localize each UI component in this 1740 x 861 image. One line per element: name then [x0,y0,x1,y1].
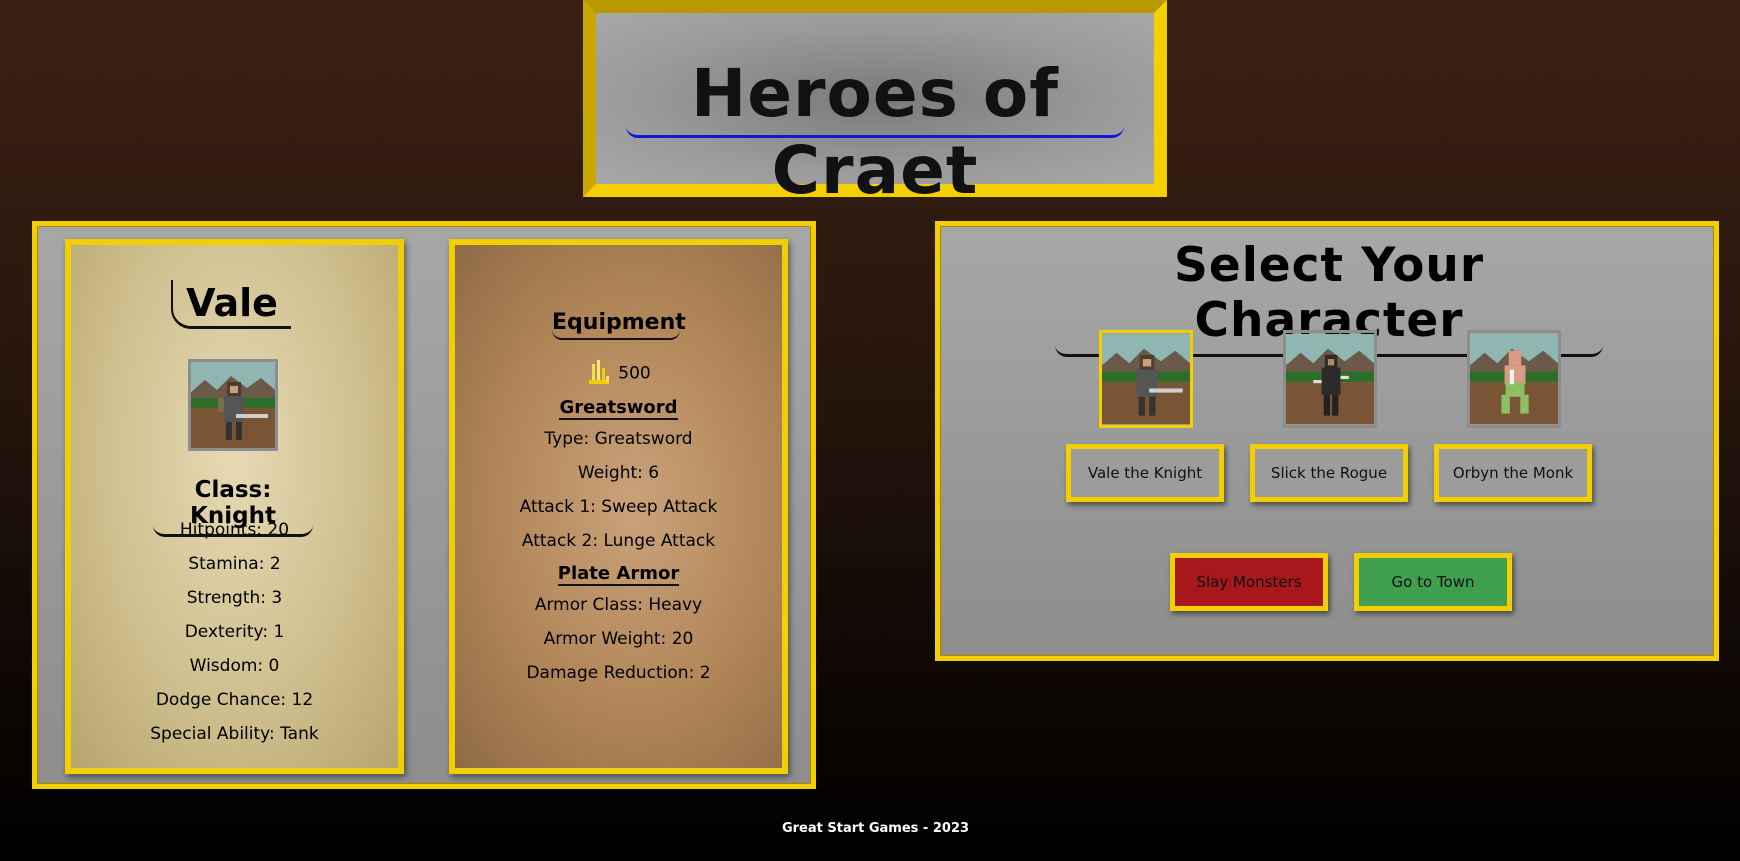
stat-wisdom: Wisdom: 0 [189,656,280,676]
monk-sprite-icon [1470,333,1558,425]
knight-sprite-icon [191,362,275,448]
choose-monk-button[interactable]: Orbyn the Monk [1434,444,1592,502]
stats-card: Vale Class: Knight Hitpoints: 20 Stamina… [65,239,404,774]
damage-reduction: Damage Reduction: 2 [526,663,711,683]
stat-hitpoints: Hitpoints: 20 [179,520,290,540]
stat-strength: Strength: 3 [186,588,283,608]
knight-portrait [188,359,278,451]
title-underline [626,125,1124,138]
armor-class: Armor Class: Heavy [534,595,703,615]
rogue-sprite-icon [1286,333,1374,425]
stat-dodge-chance: Dodge Chance: 12 [155,690,314,710]
equipment-card: Equipment 500 Greatsword Type: Greatswor… [449,239,788,774]
armor-name: Plate Armor [557,563,680,586]
footer-credit: Great Start Games - 2023 [781,821,970,836]
weapon-attack-1: Attack 1: Sweep Attack [519,497,718,517]
weapon-type: Type: Greatsword [544,429,693,449]
equipment-heading: Equipment [552,310,686,340]
knight-select-portrait[interactable] [1099,330,1193,428]
title-banner: Heroes of Craet [583,0,1167,209]
stat-special-ability: Special Ability: Tank [150,724,319,744]
weapon-name: Greatsword [559,397,678,420]
stat-dexterity: Dexterity: 1 [184,622,285,642]
rogue-select-portrait[interactable] [1283,330,1377,428]
armor-weight: Armor Weight: 20 [543,629,694,649]
character-name: Vale [171,280,291,329]
slay-monsters-button[interactable]: Slay Monsters [1170,553,1328,611]
weapon-attack-2: Attack 2: Lunge Attack [521,531,716,551]
select-character-panel: Select Your Character Vale the Knight Sl… [935,221,1719,661]
knight-sprite-icon [1102,333,1190,425]
character-panel: Vale Class: Knight Hitpoints: 20 Stamina… [32,221,816,789]
choose-knight-button[interactable]: Vale the Knight [1066,444,1224,502]
gold-amount: 500 [618,363,651,384]
gold-row: 500 [455,356,782,391]
stat-stamina: Stamina: 2 [188,554,281,574]
gold-coins-icon [586,356,612,391]
monk-select-portrait[interactable] [1467,330,1561,428]
weapon-weight: Weight: 6 [577,463,660,483]
choose-rogue-button[interactable]: Slick the Rogue [1250,444,1408,502]
go-to-town-button[interactable]: Go to Town [1354,553,1512,611]
